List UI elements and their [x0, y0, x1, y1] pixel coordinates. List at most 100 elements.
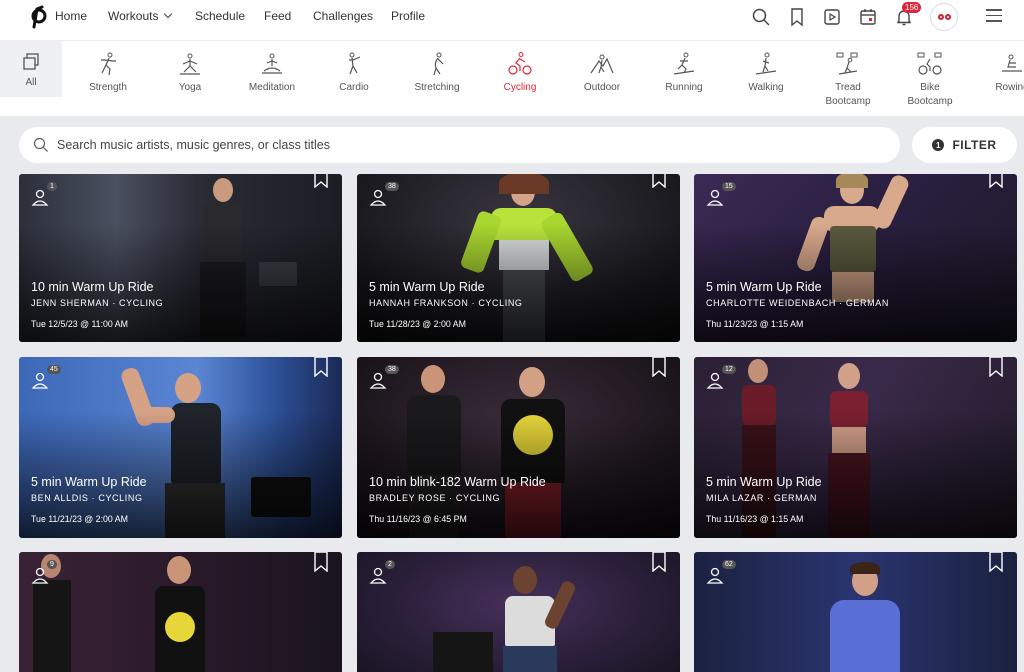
bookmark-icon[interactable] [314, 552, 328, 572]
search-icon[interactable] [751, 7, 771, 27]
class-card[interactable]: 9 [19, 552, 342, 672]
peloton-logo-icon[interactable] [28, 5, 50, 29]
search-icon [33, 137, 48, 152]
class-title: 5 min Warm Up Ride [31, 475, 147, 489]
category-cardio[interactable]: Cardio [326, 41, 382, 117]
bookmark-icon[interactable] [652, 174, 666, 188]
calendar-icon[interactable] [858, 7, 878, 27]
user-icon [369, 372, 387, 389]
bookmark-icon[interactable] [989, 174, 1003, 188]
category-label: Walking [748, 82, 784, 93]
category-strength[interactable]: Strength [80, 41, 136, 117]
bookmark-icon[interactable] [989, 552, 1003, 572]
category-label: Tread [835, 82, 861, 93]
yoga-icon [180, 53, 200, 75]
instructor-name: MILA LAZAR [706, 493, 765, 503]
class-tag: GERMAN [845, 298, 889, 308]
bike-bootcamp-icon [917, 52, 942, 75]
participant-count: 15 [722, 182, 736, 191]
participant-count: 38 [385, 182, 399, 191]
participant-count: 2 [385, 560, 395, 569]
bookmark-icon[interactable] [652, 552, 666, 572]
nav-profile[interactable]: Profile [391, 9, 425, 23]
user-icon [31, 567, 49, 584]
bookmark-icon[interactable] [652, 357, 666, 377]
class-card[interactable]: 12 5 min Warm Up Ride MILA LAZAR · GERMA… [694, 357, 1017, 538]
bookmark-icon[interactable] [989, 357, 1003, 377]
category-meditation[interactable]: Meditation [244, 41, 300, 117]
running-icon [673, 52, 695, 75]
filter-count-badge: 1 [932, 139, 945, 151]
video-library-icon[interactable] [822, 7, 842, 27]
category-tread-bootcamp[interactable]: Tread Bootcamp [820, 41, 876, 117]
participant-count: 62 [722, 560, 736, 569]
meditation-icon [262, 53, 282, 74]
class-thumbnail [357, 552, 680, 672]
user-icon [706, 567, 724, 584]
class-card[interactable]: 1 10 min Warm Up Ride JENN SHERMAN · CYC… [19, 174, 342, 342]
class-card[interactable]: 45 5 min Warm Up Ride BEN ALLDIS · CYCLI… [19, 357, 342, 538]
category-rowing[interactable]: Rowing [984, 41, 1024, 117]
nav-challenges[interactable]: Challenges [313, 9, 373, 23]
category-yoga[interactable]: Yoga [162, 41, 218, 117]
category-walking[interactable]: Walking [738, 41, 794, 117]
category-all[interactable]: All [0, 41, 62, 97]
category-bike-bootcamp[interactable]: Bike Bootcamp [902, 41, 958, 117]
class-tag: GERMAN [773, 493, 817, 503]
top-nav: Home Workouts Schedule Feed Challenges P… [0, 0, 1024, 40]
class-card[interactable]: 15 5 min Warm Up Ride CHARLOTTE WEIDENBA… [694, 174, 1017, 342]
category-cycling[interactable]: Cycling [492, 41, 548, 117]
category-label: All [25, 77, 37, 88]
class-title: 5 min Warm Up Ride [706, 280, 822, 294]
participant-count: 1 [47, 182, 57, 191]
class-date: Thu 11/16/23 @ 6:45 PM [369, 514, 467, 524]
class-title: 5 min Warm Up Ride [369, 280, 485, 294]
bookmark-icon[interactable] [314, 174, 328, 188]
instructor-name: HANNAH FRANKSON [369, 298, 469, 308]
class-date: Thu 11/23/23 @ 1:15 AM [706, 319, 804, 329]
search-input[interactable] [57, 138, 837, 152]
category-label: Outdoor [583, 82, 621, 93]
nav-feed[interactable]: Feed [264, 9, 291, 23]
category-label: Stretching [414, 82, 460, 93]
category-running[interactable]: Running [656, 41, 712, 117]
avatar[interactable] [930, 3, 958, 31]
category-label-line2: Bootcamp [907, 96, 953, 107]
cycling-icon [508, 52, 532, 75]
cardio-icon [349, 52, 361, 75]
instructor-name: BEN ALLDIS [31, 493, 89, 503]
class-tag: CYCLING [98, 493, 143, 503]
class-meta: CHARLOTTE WEIDENBACH · GERMAN [706, 298, 889, 308]
category-outdoor[interactable]: Outdoor [574, 41, 630, 117]
class-card[interactable]: 38 5 min Warm Up Ride HANNAH FRANKSON · … [357, 174, 680, 342]
user-icon [706, 372, 724, 389]
participant-count: 45 [47, 365, 61, 374]
category-bar: All Strength Yoga Meditation Cardio Stre… [0, 40, 1024, 116]
nav-workouts[interactable]: Workouts [108, 9, 173, 23]
class-meta: MILA LAZAR · GERMAN [706, 493, 817, 503]
avatar-logo-icon [937, 14, 951, 20]
search-bar [19, 127, 900, 163]
category-stretching[interactable]: Stretching [408, 41, 466, 117]
bookmark-icon[interactable] [314, 357, 328, 377]
instructor-name: JENN SHERMAN [31, 298, 110, 308]
class-card[interactable]: 38 10 min blink-182 Warm Up Ride BRADLEY… [357, 357, 680, 538]
filter-button[interactable]: 1 FILTER [912, 127, 1017, 163]
nav-schedule[interactable]: Schedule [195, 9, 245, 23]
class-title: 5 min Warm Up Ride [706, 475, 822, 489]
nav-home[interactable]: Home [55, 9, 87, 23]
class-card[interactable]: 62 [694, 552, 1017, 672]
class-tag: CYCLING [478, 298, 523, 308]
rowing-icon [1002, 54, 1022, 72]
class-tag: CYCLING [119, 298, 164, 308]
bookmark-icon[interactable] [787, 7, 807, 27]
class-tag: CYCLING [455, 493, 501, 503]
chevron-down-icon [164, 9, 173, 19]
category-label: Strength [89, 82, 127, 93]
category-label: Rowing [995, 82, 1024, 93]
class-card[interactable]: 2 [357, 552, 680, 672]
category-label: Meditation [248, 82, 296, 93]
menu-icon[interactable] [986, 9, 1002, 26]
class-date: Tue 12/5/23 @ 11:00 AM [31, 319, 128, 329]
class-thumbnail [694, 552, 1017, 672]
